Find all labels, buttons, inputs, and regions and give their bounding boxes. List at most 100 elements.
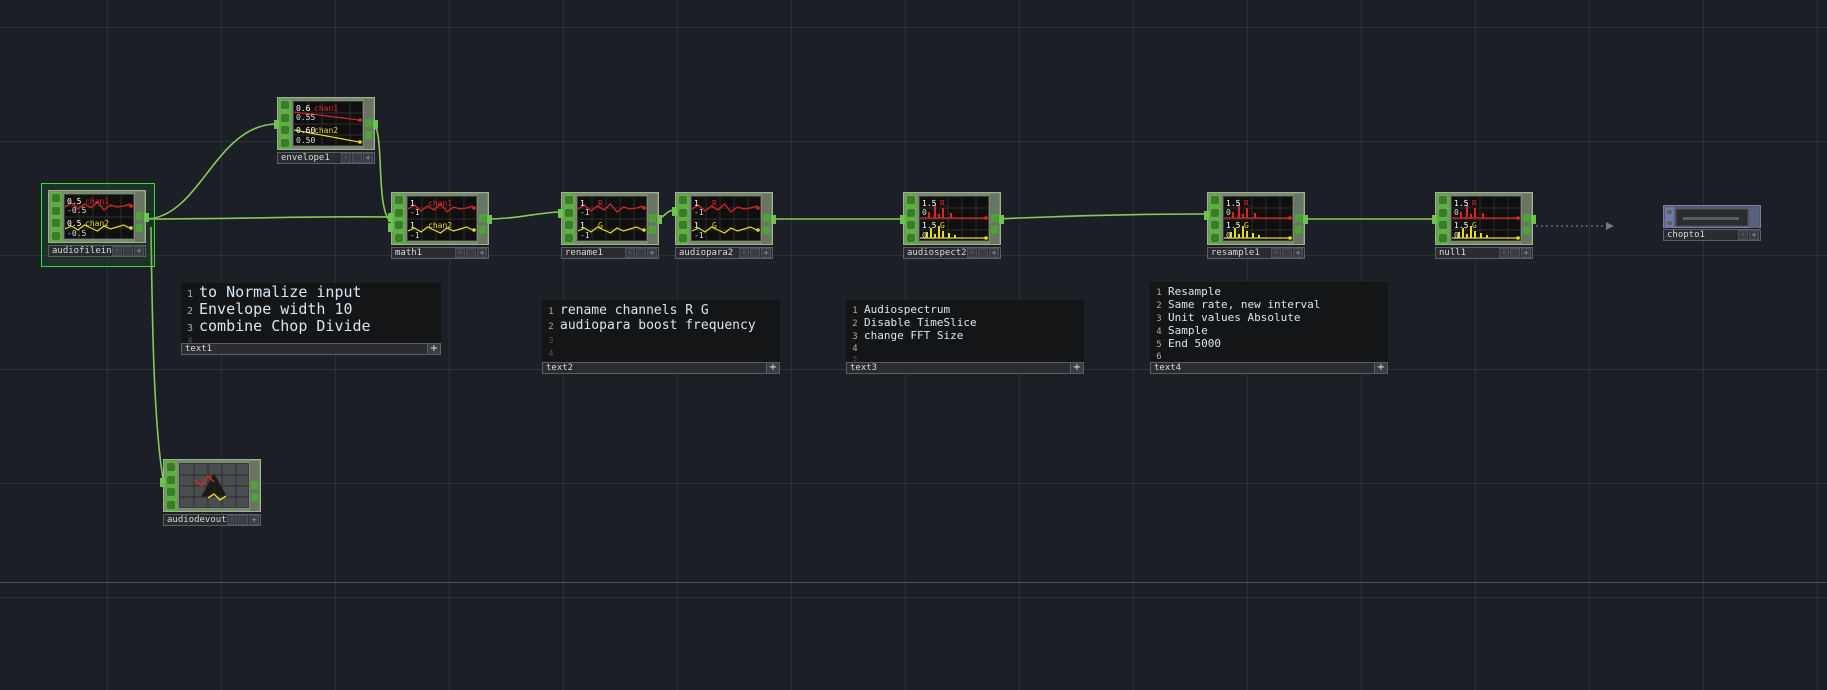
- node-label-bar[interactable]: resample1 ◦ +: [1207, 247, 1305, 259]
- dat-text1[interactable]: 1 to Normalize input 2 Envelope width 10 3…: [181, 283, 441, 355]
- output-connector[interactable]: [373, 120, 378, 129]
- bypass-icon[interactable]: [1282, 248, 1292, 258]
- eye-icon[interactable]: ◦: [739, 248, 749, 258]
- node-flags-right[interactable]: [1522, 194, 1531, 244]
- dat-text4[interactable]: 1 Resample 2 Same rate, new interval 3 Unit…: [1150, 282, 1388, 374]
- eye-icon[interactable]: ◦: [967, 248, 977, 258]
- node-flags-right[interactable]: [1750, 207, 1759, 228]
- dat-name[interactable]: text4: [1151, 363, 1374, 373]
- dat-name[interactable]: text3: [847, 363, 1070, 373]
- dat-name[interactable]: text2: [543, 363, 766, 373]
- node-label-bar[interactable]: envelope1 ◦ +: [277, 152, 375, 164]
- node-name[interactable]: null1: [1436, 248, 1499, 258]
- node-name[interactable]: chopto1: [1664, 230, 1738, 240]
- node-flags-right[interactable]: [364, 99, 373, 149]
- dat-label-bar[interactable]: text4 +: [1150, 362, 1388, 374]
- node-flags-right[interactable]: [135, 192, 144, 242]
- plus-icon[interactable]: +: [134, 246, 144, 256]
- node-name[interactable]: audiopara2: [676, 248, 739, 258]
- node-math1[interactable]: 1 chan1 -1 1 chan2 -1 math1 ◦ +: [388, 192, 492, 260]
- plus-icon[interactable]: +: [761, 248, 771, 258]
- plus-icon[interactable]: +: [1521, 248, 1531, 258]
- dat-content[interactable]: 1 Audiospectrum 2 Disable TimeSlice 3 chang…: [846, 304, 1084, 364]
- node-null1[interactable]: 1.5 R 0 1.5 G 0 null1 ◦ +: [1432, 192, 1536, 260]
- eye-icon[interactable]: ◦: [1738, 230, 1748, 240]
- eye-icon[interactable]: ◦: [227, 515, 237, 525]
- node-flags-right[interactable]: [250, 461, 259, 511]
- node-resample1[interactable]: 1.5 R 0 1.5 G 0 resample1 ◦ +: [1204, 192, 1308, 260]
- node-flags-left[interactable]: [393, 194, 405, 244]
- plus-icon[interactable]: +: [989, 248, 999, 258]
- node-rename1[interactable]: 1 R -1 1 G -1 rename1 ◦ +: [558, 192, 662, 260]
- node-label-bar[interactable]: audiopara2 ◦ +: [675, 247, 773, 259]
- node-flags-left[interactable]: [50, 192, 62, 242]
- node-flags-right[interactable]: [478, 194, 487, 244]
- node-label-bar[interactable]: audiodevout1 ◦ +: [163, 514, 261, 526]
- node-label-bar[interactable]: rename1 ◦ +: [561, 247, 659, 259]
- node-name[interactable]: resample1: [1208, 248, 1271, 258]
- node-flags-right[interactable]: [648, 194, 657, 244]
- node-name[interactable]: envelope1: [278, 153, 341, 163]
- dat-label-bar[interactable]: text1 +: [181, 343, 441, 355]
- bypass-icon[interactable]: [750, 248, 760, 258]
- node-flags-right[interactable]: [762, 194, 771, 244]
- node-flags-left[interactable]: [279, 99, 291, 149]
- dat-text3[interactable]: 1 Audiospectrum 2 Disable TimeSlice 3 chang…: [846, 300, 1084, 374]
- node-name[interactable]: audiospect2: [904, 248, 967, 258]
- plus-icon[interactable]: +: [766, 363, 779, 373]
- output-connector[interactable]: [487, 215, 492, 224]
- node-label-bar[interactable]: null1 ◦ +: [1435, 247, 1533, 259]
- dat-content[interactable]: 1 to Normalize input 2 Envelope width 10 3…: [181, 285, 441, 346]
- eye-icon[interactable]: ◦: [625, 248, 635, 258]
- node-audiospect2[interactable]: 1.5 R 0 1.5 G 0 audiospect2 ◦ +: [900, 192, 1004, 260]
- node-audiodevout1[interactable]: audiodevout1 ◦ +: [160, 459, 261, 527]
- dat-content[interactable]: 1 rename channels R G 2 audiopara boost fr…: [542, 304, 780, 360]
- node-label-bar[interactable]: chopto1 ◦ +: [1663, 229, 1761, 241]
- bypass-icon[interactable]: [352, 153, 362, 163]
- output-connector[interactable]: [999, 215, 1004, 224]
- node-flags-left[interactable]: [165, 461, 177, 511]
- plus-icon[interactable]: +: [477, 248, 487, 258]
- output-connector[interactable]: [1531, 215, 1536, 224]
- plus-icon[interactable]: +: [1070, 363, 1083, 373]
- plus-icon[interactable]: +: [647, 248, 657, 258]
- node-name[interactable]: rename1: [562, 248, 625, 258]
- plus-icon[interactable]: +: [427, 344, 440, 354]
- dat-label-bar[interactable]: text2 +: [542, 362, 780, 374]
- dat-text2[interactable]: 1 rename channels R G 2 audiopara boost fr…: [542, 300, 780, 374]
- node-name[interactable]: audiofilein1: [49, 246, 112, 256]
- node-name[interactable]: math1: [392, 248, 455, 258]
- node-envelope1[interactable]: 0.6 chan1 0.55 0.60 chan2 0.50 envelope1 ◦ +: [274, 97, 378, 165]
- eye-icon[interactable]: ◦: [341, 153, 351, 163]
- output-connector[interactable]: [771, 215, 776, 224]
- node-flags-left[interactable]: [1209, 194, 1221, 244]
- output-connector[interactable]: [144, 213, 149, 222]
- node-flags-left[interactable]: [563, 194, 575, 244]
- node-chopto1[interactable]: chopto1 ◦ +: [1663, 205, 1761, 243]
- eye-icon[interactable]: ◦: [1499, 248, 1509, 258]
- bypass-icon[interactable]: [466, 248, 476, 258]
- dat-label-bar[interactable]: text3 +: [846, 362, 1084, 374]
- dat-name[interactable]: text1: [182, 344, 427, 354]
- node-flags-left[interactable]: [677, 194, 689, 244]
- plus-icon[interactable]: +: [249, 515, 259, 525]
- plus-icon[interactable]: +: [1374, 363, 1387, 373]
- node-audiopara2[interactable]: 1 R -1 1 G -1 audiopara2 ◦ +: [672, 192, 776, 260]
- eye-icon[interactable]: ◦: [1271, 248, 1281, 258]
- plus-icon[interactable]: +: [1749, 230, 1759, 240]
- node-audiofilein1[interactable]: 0.5 chan1 -0.5 0.5 chan2 -0.5 audiofilein1 ◦ …: [41, 183, 155, 267]
- eye-icon[interactable]: ◦: [455, 248, 465, 258]
- output-connector[interactable]: [657, 215, 662, 224]
- node-flags-right[interactable]: [1294, 194, 1303, 244]
- output-connector[interactable]: [1303, 215, 1308, 224]
- bypass-icon[interactable]: [636, 248, 646, 258]
- bypass-icon[interactable]: [238, 515, 248, 525]
- node-flags-right[interactable]: [990, 194, 999, 244]
- node-name[interactable]: audiodevout1: [164, 515, 227, 525]
- node-flags-left[interactable]: [1665, 207, 1674, 228]
- node-flags-left[interactable]: [1437, 194, 1449, 244]
- node-flags-left[interactable]: [905, 194, 917, 244]
- bypass-icon[interactable]: [1510, 248, 1520, 258]
- bypass-icon[interactable]: [123, 246, 133, 256]
- node-label-bar[interactable]: audiofilein1 ◦ +: [48, 245, 146, 257]
